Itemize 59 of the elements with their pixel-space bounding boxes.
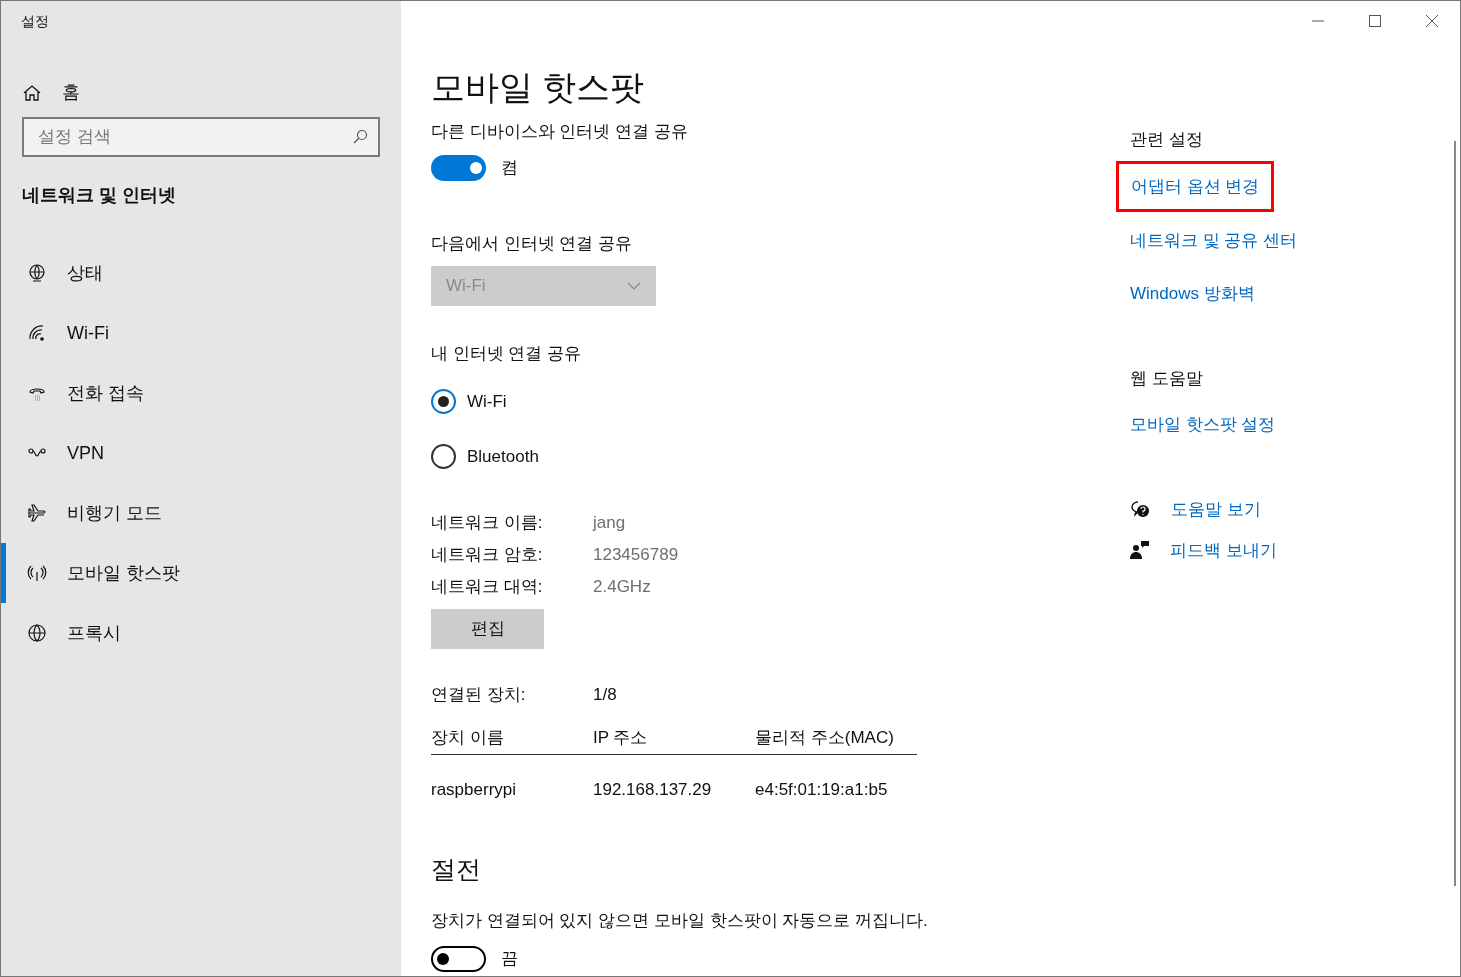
info-label: 연결된 장치:: [431, 683, 527, 706]
person-feedback-icon: [1130, 540, 1150, 561]
column-header: 물리적 주소(MAC): [755, 726, 894, 749]
section-heading: 네트워크 및 인터넷: [21, 184, 177, 207]
sidebar-nav-item[interactable]: 상태: [1, 243, 401, 303]
toggle-switch[interactable]: [431, 154, 486, 181]
info-value: 2.4GHz: [593, 575, 651, 598]
chevron-down-icon: [627, 282, 641, 290]
column-header: 장치 이름: [431, 726, 505, 749]
help-link[interactable]: 모바일 핫스팟 설정: [1130, 411, 1276, 437]
home-nav-item[interactable]: 홈: [1, 70, 401, 115]
info-value: jang: [593, 511, 626, 534]
field-label: 내 인터넷 연결 공유: [431, 343, 582, 365]
sidebar-nav-item[interactable]: 비행기 모드: [1, 483, 401, 543]
sidebar-nav-item[interactable]: Wi-Fi: [1, 303, 401, 363]
page-title: 모바일 핫스팟: [431, 67, 645, 108]
settings-link[interactable]: 네트워크 및 공유 센터: [1130, 228, 1298, 254]
sidebar-nav-item[interactable]: 전화 접속: [1, 363, 401, 423]
help-link[interactable]: 피드백 보내기: [1170, 537, 1277, 563]
globe-icon: [27, 623, 47, 643]
description-text: 장치가 연결되어 있지 않으면 모바일 핫스팟이 자동으로 꺼집니다.: [431, 910, 928, 932]
toggle-state: 끔: [501, 947, 518, 970]
table-cell-text: raspberrypi: [431, 779, 518, 801]
field-label: 다음에서 인터넷 연결 공유: [431, 232, 633, 255]
search-field[interactable]: 설정 검색: [22, 117, 380, 157]
web-help-heading: 웹 도움말: [1130, 368, 1203, 390]
table-cell-text: e4:5f:01:19:a1:b5: [755, 779, 888, 801]
section-title: 절전: [431, 853, 481, 885]
maximize-icon: [1368, 15, 1381, 27]
info-value: 123456789: [593, 543, 679, 566]
table-cell-text: 192.168.137.29: [593, 779, 713, 801]
toggle-switch[interactable]: [431, 945, 486, 972]
column-header: IP 주소: [593, 726, 649, 749]
info-label: 네트워크 이름:: [431, 511, 544, 534]
info-value: 1/8: [593, 683, 617, 706]
scrollbar[interactable]: [1454, 141, 1456, 886]
sidebar-nav-item[interactable]: 모바일 핫스팟: [1, 543, 401, 603]
info-label: 네트워크 대역:: [431, 575, 544, 598]
close-icon: [1425, 15, 1438, 27]
window-title: 설정: [20, 12, 50, 31]
minimize-icon: [1311, 20, 1324, 22]
search-icon: [352, 129, 368, 145]
wifi-icon: [27, 323, 47, 343]
help-link[interactable]: 도움말 보기: [1171, 497, 1261, 523]
edit-button[interactable]: 편집: [431, 608, 544, 649]
radio-option[interactable]: Wi-Fi: [431, 381, 507, 422]
toggle-state: 켬: [501, 156, 518, 179]
settings-link[interactable]: Windows 방화벽: [1130, 280, 1255, 306]
field-label: 다른 디바이스와 인터넷 연결 공유: [431, 121, 688, 143]
sidebar-nav-item[interactable]: 프록시: [1, 603, 401, 663]
chat-help-icon: [1130, 499, 1151, 520]
info-label: 네트워크 암호:: [431, 543, 544, 566]
airplane-icon: [27, 503, 47, 523]
globe-monitor-icon: [27, 263, 47, 283]
settings-link[interactable]: 어댑터 옵션 변경: [1116, 160, 1275, 212]
sidebar-nav-item[interactable]: VPN: [1, 423, 401, 483]
radio-option[interactable]: Bluetooth: [431, 436, 539, 477]
hotspot-icon: [27, 563, 47, 583]
related-settings-heading: 관련 설정: [1130, 129, 1203, 151]
